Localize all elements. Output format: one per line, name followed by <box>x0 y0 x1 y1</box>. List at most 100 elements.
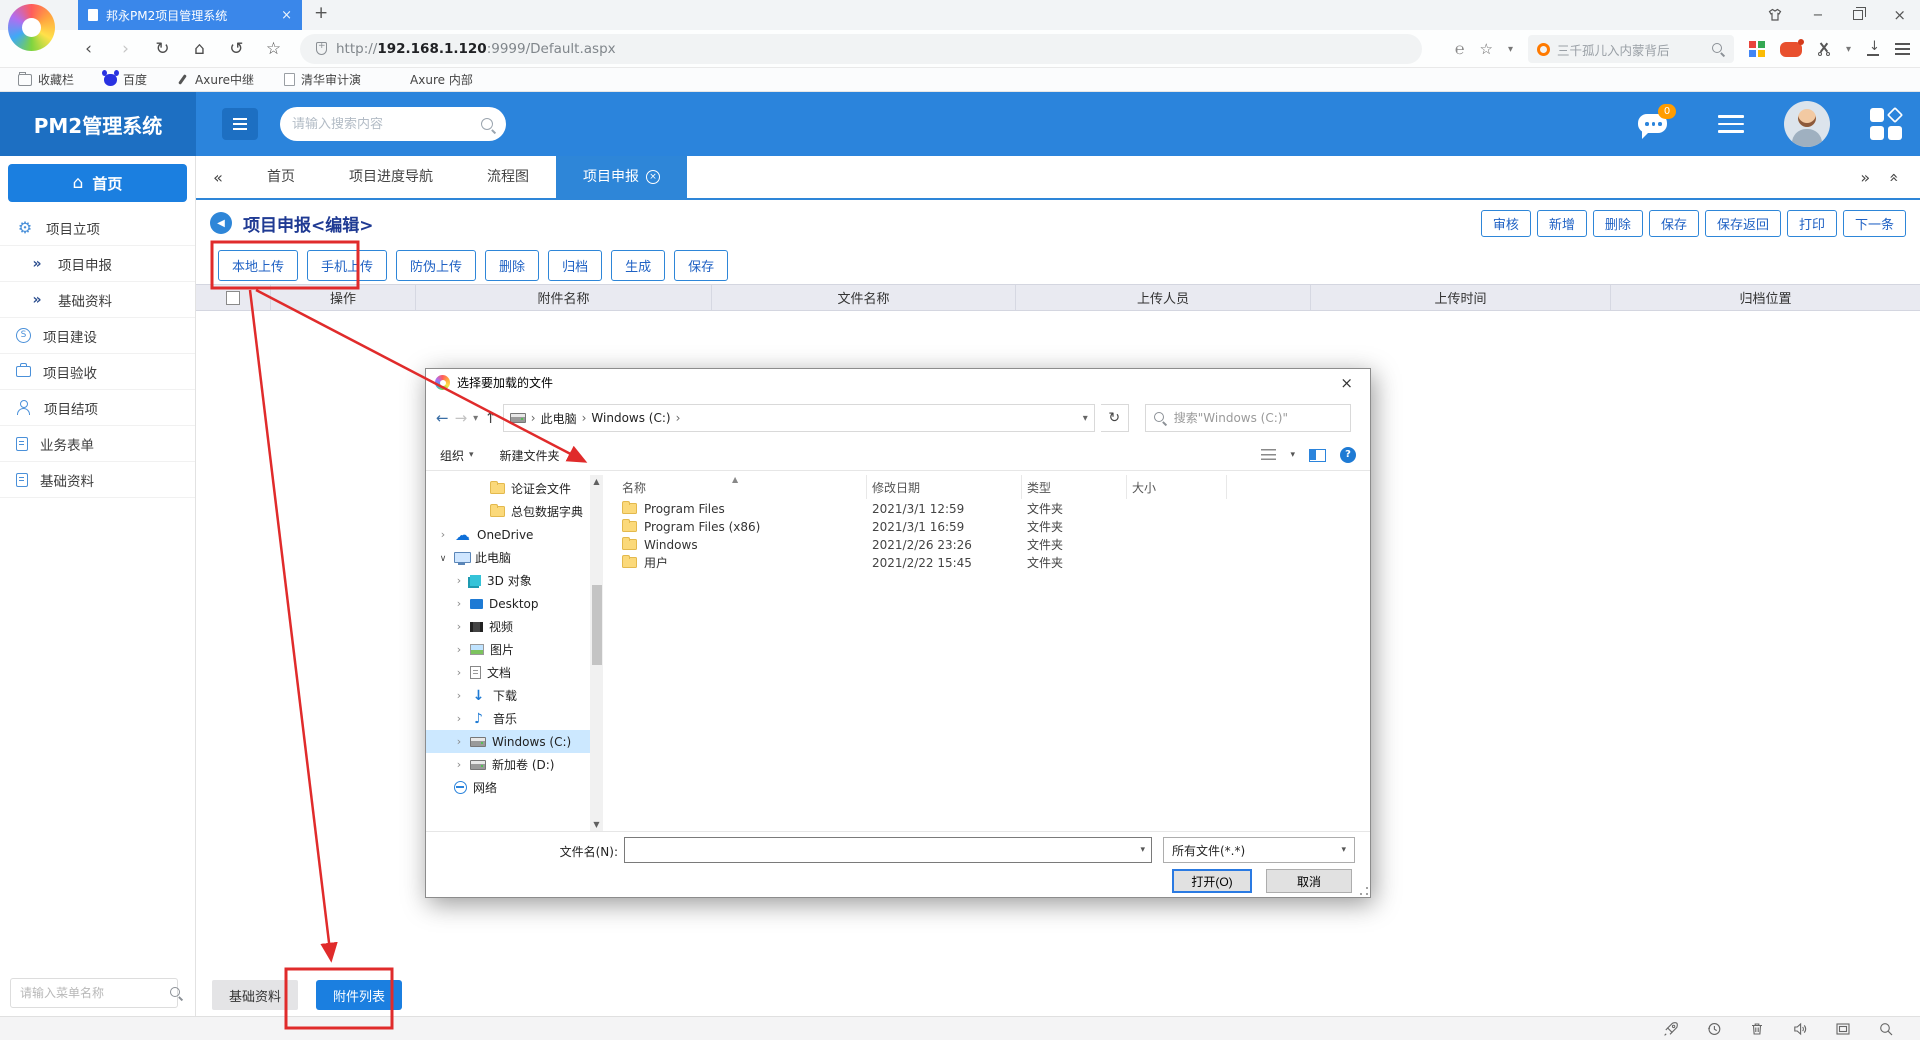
sidebar-item[interactable]: 项目建设 <box>0 318 195 354</box>
sidebar-item[interactable]: 项目立项 <box>0 210 195 246</box>
dialog-close-icon[interactable]: × <box>1332 374 1361 392</box>
restore-button[interactable] <box>1853 10 1863 20</box>
cancel-button[interactable]: 取消 <box>1266 869 1352 893</box>
sidebar-item[interactable]: 基础资料 <box>0 462 195 498</box>
sidebar-item[interactable]: 项目验收 <box>0 354 195 390</box>
bookmark-item[interactable]: Axure中继 <box>177 71 254 88</box>
breadcrumb-bar[interactable]: › 此电脑 › Windows (C:) › ▾ <box>503 404 1095 432</box>
file-row[interactable]: 用户 2021/2/22 15:45 文件夹 <box>617 554 1362 571</box>
shield-icon[interactable] <box>316 42 327 55</box>
tree-expander-icon[interactable] <box>454 666 464 679</box>
tree-item[interactable]: 3D 对象 <box>426 569 590 592</box>
history-icon[interactable] <box>1706 1021 1722 1037</box>
record-action-button[interactable]: 下一条 <box>1843 210 1906 237</box>
chevron-down-icon[interactable]: ▾ <box>1140 845 1145 855</box>
bookmark-item[interactable]: 百度 <box>104 71 147 88</box>
record-action-button[interactable]: 保存 <box>1649 210 1699 237</box>
dialog-title-bar[interactable]: 选择要加载的文件 × <box>426 369 1370 396</box>
menu-search[interactable] <box>10 978 178 1008</box>
tree-item[interactable]: 论证会文件 <box>426 477 590 500</box>
new-tab-button[interactable]: + <box>314 3 328 23</box>
tree-expander-icon[interactable] <box>454 574 464 587</box>
record-action-button[interactable]: 新增 <box>1537 210 1587 237</box>
tree-expander-icon[interactable] <box>438 551 448 564</box>
tree-expander-icon[interactable] <box>438 528 448 541</box>
tree-expander-icon[interactable] <box>454 643 464 656</box>
search-icon[interactable] <box>481 118 494 131</box>
tree-item[interactable]: 此电脑 <box>426 546 590 569</box>
forward-icon[interactable]: › <box>107 39 144 59</box>
open-button[interactable]: 打开(O) <box>1172 869 1252 893</box>
browser-menu-icon[interactable] <box>1895 43 1910 54</box>
tree-item[interactable]: 文档 <box>426 661 590 684</box>
record-action-button[interactable]: 审核 <box>1481 210 1531 237</box>
global-search-input[interactable] <box>292 117 481 132</box>
select-all-checkbox[interactable] <box>226 291 240 305</box>
chevron-down-icon[interactable]: ▾ <box>1508 44 1513 55</box>
url-bar[interactable]: http://192.168.1.120:9999/Default.aspx <box>300 34 1422 64</box>
download-icon[interactable] <box>1866 42 1880 56</box>
tree-expander-icon[interactable] <box>454 758 464 771</box>
scrollbar-thumb[interactable] <box>592 585 602 665</box>
file-row[interactable]: Windows 2021/2/26 23:26 文件夹 <box>617 536 1362 553</box>
chevron-down-icon[interactable]: ▾ <box>1846 44 1851 55</box>
help-icon[interactable]: ? <box>1340 447 1356 463</box>
browser-logo-icon[interactable] <box>8 4 55 51</box>
breadcrumb-item[interactable]: 此电脑 <box>541 410 577 427</box>
resize-grip[interactable] <box>1360 887 1368 895</box>
file-row[interactable]: Program Files 2021/3/1 12:59 文件夹 <box>617 500 1362 517</box>
file-column-header[interactable]: 名称 <box>617 475 867 499</box>
bottom-tab-button[interactable]: 附件列表 <box>316 980 402 1010</box>
tree-expander-icon[interactable] <box>454 597 464 610</box>
tree-item[interactable]: 音乐 <box>426 707 590 730</box>
favorites-icon[interactable]: ☆ <box>1479 40 1492 58</box>
close-button[interactable]: × <box>1893 6 1906 24</box>
tab-close-icon[interactable]: × <box>281 8 292 23</box>
global-search[interactable] <box>280 107 506 141</box>
screenshot-scissors-icon[interactable] <box>1817 42 1831 56</box>
page-tab[interactable]: 首页 <box>240 156 322 198</box>
attachment-action-button[interactable]: 归档 <box>548 250 602 281</box>
record-action-button[interactable]: 保存返回 <box>1705 210 1781 237</box>
filetype-select[interactable]: 所有文件(*.*) ▾ <box>1163 837 1355 863</box>
attachment-action-button[interactable]: 手机上传 <box>307 250 387 281</box>
filename-combo[interactable]: ▾ <box>624 837 1152 863</box>
tabs-scroll-left-icon[interactable]: « <box>196 168 240 187</box>
file-column-header[interactable]: 大小 <box>1127 475 1227 499</box>
new-folder-button[interactable]: 新建文件夹 <box>500 447 560 464</box>
tree-item[interactable]: Windows (C:) <box>426 730 590 753</box>
user-avatar[interactable] <box>1784 101 1830 147</box>
attachment-action-button[interactable]: 防伪上传 <box>396 250 476 281</box>
tree-expander-icon[interactable] <box>454 689 464 702</box>
scroll-up-icon[interactable]: ▲ <box>590 475 603 488</box>
trash-icon[interactable] <box>1749 1021 1765 1037</box>
attachment-action-button[interactable]: 本地上传 <box>218 250 298 281</box>
game-center-icon[interactable] <box>1780 42 1802 57</box>
page-search-icon[interactable] <box>1878 1021 1894 1037</box>
chevron-down-icon[interactable]: ▾ <box>1083 413 1088 424</box>
back-icon[interactable]: ‹ <box>70 39 107 59</box>
filename-input[interactable] <box>631 843 1140 857</box>
tree-item[interactable]: Desktop <box>426 592 590 615</box>
record-action-button[interactable]: 删除 <box>1593 210 1643 237</box>
attachment-action-button[interactable]: 删除 <box>485 250 539 281</box>
tab-close-icon[interactable]: × <box>646 170 660 184</box>
tree-item[interactable]: 下载 <box>426 684 590 707</box>
ie-mode-icon[interactable]: ℮ <box>1455 39 1465 59</box>
dialog-search-box[interactable] <box>1145 404 1351 432</box>
bottom-tab-button[interactable]: 基础资料 <box>212 980 298 1010</box>
volume-icon[interactable] <box>1792 1021 1808 1037</box>
nav-up-icon[interactable]: ↑ <box>484 409 497 427</box>
nav-forward-icon[interactable]: → <box>455 409 468 427</box>
page-tab[interactable]: 项目进度导航 <box>322 156 460 198</box>
tabs-scroll-right-icon[interactable]: » <box>1860 168 1870 187</box>
bookmark-star-icon[interactable]: ☆ <box>255 39 292 59</box>
bookmark-item[interactable]: Axure 内部 <box>391 71 473 88</box>
tree-item[interactable]: 总包数据字典 <box>426 500 590 523</box>
page-tab[interactable]: 项目申报 × <box>556 156 687 198</box>
header-menu-icon[interactable] <box>1718 115 1744 133</box>
view-mode-icon[interactable] <box>1261 449 1276 461</box>
sort-ascending-icon[interactable]: ▲ <box>732 475 738 484</box>
apps-grid-icon[interactable] <box>1749 41 1765 57</box>
attachment-action-button[interactable]: 生成 <box>611 250 665 281</box>
